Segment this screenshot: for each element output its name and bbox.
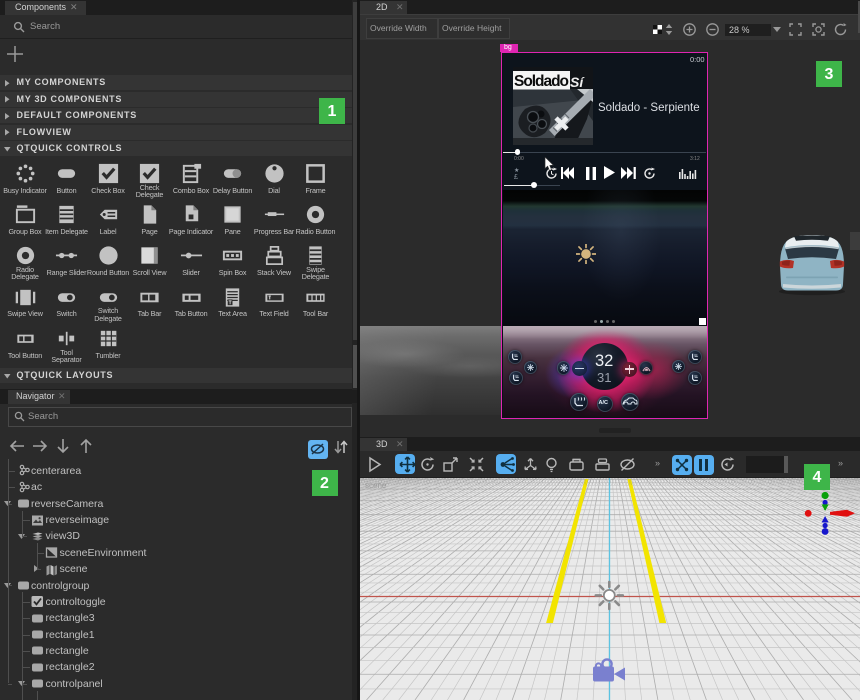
svg-text:★: ★ [514,167,519,174]
svg-text:Sí: Sí [570,74,585,90]
svg-text:Soldado: Soldado [514,73,569,90]
svg-text:£: £ [514,174,518,180]
